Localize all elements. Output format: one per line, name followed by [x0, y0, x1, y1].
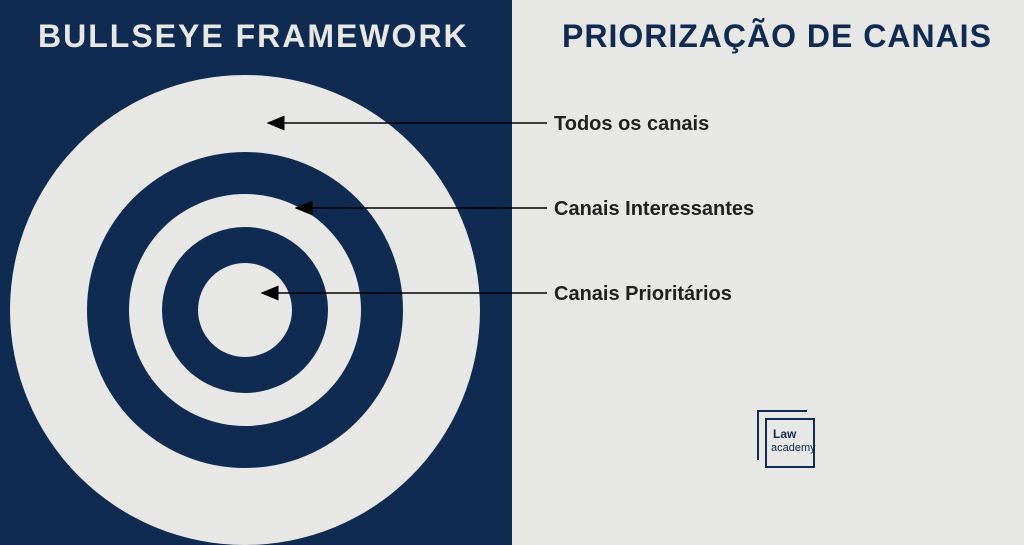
left-title: BULLSEYE FRAMEWORK	[38, 18, 469, 55]
law-academy-logo: Law academy	[757, 410, 827, 470]
logo-line1: Law	[773, 427, 796, 441]
logo-line2: academy	[771, 442, 816, 454]
logo-text: Law academy	[773, 428, 818, 454]
right-panel: PRIORIZAÇÃO DE CANAIS Todos os canais Ca…	[512, 0, 1024, 545]
left-panel: BULLSEYE FRAMEWORK	[0, 0, 512, 545]
label-middle: Canais Interessantes	[554, 198, 754, 221]
label-outer: Todos os canais	[554, 113, 709, 136]
ring-inner	[198, 263, 292, 357]
label-inner: Canais Prioritários	[554, 283, 732, 306]
bullseye-diagram	[10, 75, 480, 545]
right-title: PRIORIZAÇÃO DE CANAIS	[562, 18, 992, 55]
